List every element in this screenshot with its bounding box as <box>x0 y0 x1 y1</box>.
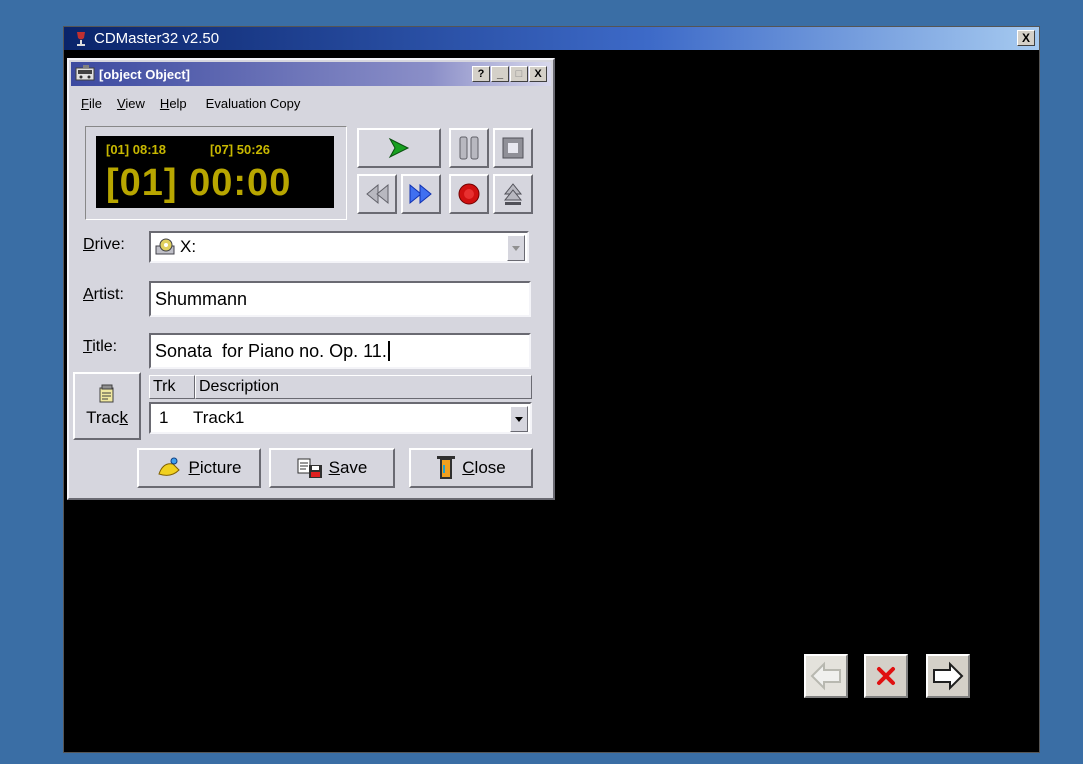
eject-button[interactable] <box>493 174 533 214</box>
display-panel: [01] 08:18 [07] 50:26 [01] 00:00 <box>85 126 347 220</box>
cd-drive-icon <box>155 238 175 255</box>
track-button[interactable]: Track <box>73 372 141 440</box>
artist-label: Artist: <box>83 286 124 303</box>
close-label: Close <box>462 458 506 477</box>
pause-button[interactable] <box>449 128 489 168</box>
save-icon <box>297 458 322 478</box>
track-dropdown-arrow[interactable] <box>510 406 528 432</box>
track-select[interactable]: 1 Track1 <box>149 402 532 434</box>
main-window-title: CDMaster32 v2.50 <box>94 30 220 47</box>
app-icon <box>77 31 85 46</box>
save-button[interactable]: Save <box>269 448 395 488</box>
artist-input[interactable]: Shummann <box>149 281 531 317</box>
play-button[interactable] <box>357 128 441 168</box>
track-time-readout: [01] 08:18 <box>106 142 166 157</box>
menu-evaluation-copy[interactable]: Evaluation Copy <box>206 96 301 111</box>
play-icon <box>388 137 410 159</box>
total-time-readout: [07] 50:26 <box>210 142 270 157</box>
drive-dropdown-arrow[interactable] <box>507 235 525 261</box>
dialog-titlebar[interactable]: [object Object] ? _ □ X <box>71 62 551 86</box>
maximize-button[interactable]: □ <box>510 66 528 82</box>
menu-bar: File View Help Evaluation Copy <box>81 96 300 111</box>
main-window-titlebar[interactable]: CDMaster32 v2.50 <box>64 27 1039 50</box>
text-cursor <box>387 341 390 361</box>
nav-back-button[interactable] <box>804 654 848 698</box>
menu-view[interactable]: View <box>117 96 145 111</box>
help-button[interactable]: ? <box>472 66 490 82</box>
nav-back-icon <box>810 661 841 691</box>
drive-select[interactable]: X: <box>149 231 529 263</box>
cancel-button[interactable] <box>864 654 908 698</box>
artist-value: Shummann <box>155 288 248 309</box>
title-input[interactable]: Sonata for Piano no. Op. 11. <box>149 333 531 369</box>
fast-forward-icon <box>409 183 432 205</box>
title-value: Sonata for Piano no. Op. 11. <box>155 340 387 361</box>
record-icon <box>458 183 480 205</box>
chevron-down-icon <box>512 245 520 251</box>
cd-master-icon <box>75 65 95 81</box>
rewind-button[interactable] <box>357 174 397 214</box>
picture-label: Picture <box>188 458 242 477</box>
menu-help[interactable]: Help <box>160 96 187 111</box>
track-button-label: Track <box>86 408 128 427</box>
close-door-icon <box>437 456 456 479</box>
main-close-button[interactable]: X <box>1017 30 1035 46</box>
nav-forward-icon <box>933 661 964 691</box>
current-time-readout: [01] 00:00 <box>106 162 292 204</box>
eject-icon <box>503 183 523 205</box>
picture-icon <box>157 457 180 476</box>
picture-button[interactable]: Picture <box>137 448 261 488</box>
track-number: 1 <box>159 408 169 427</box>
dialog-title-buttons: ? _ □ X <box>471 66 547 82</box>
nav-forward-button[interactable] <box>926 654 970 698</box>
drive-label: Drive: <box>83 236 125 253</box>
minimize-button[interactable]: _ <box>491 66 509 82</box>
record-button[interactable] <box>449 174 489 214</box>
dialog-close-button[interactable]: X <box>529 66 547 82</box>
rewind-icon <box>366 183 389 205</box>
notes-icon <box>99 384 114 403</box>
menu-file[interactable]: File <box>81 96 102 111</box>
fast-forward-button[interactable] <box>401 174 441 214</box>
column-header-description[interactable]: Description <box>195 375 532 399</box>
dialog-title: [object Object] <box>99 66 191 82</box>
save-label: Save <box>328 458 368 477</box>
stop-button[interactable] <box>493 128 533 168</box>
close-button[interactable]: Close <box>409 448 533 488</box>
drive-value: X: <box>180 237 197 256</box>
cd-master-dialog: [object Object] ? _ □ X File View Help E… <box>67 58 555 500</box>
column-header-trk[interactable]: Trk <box>149 375 195 399</box>
track-description: Track1 <box>193 408 245 427</box>
stop-icon <box>502 137 524 159</box>
cancel-icon <box>877 667 895 685</box>
lcd-display: [01] 08:18 [07] 50:26 [01] 00:00 <box>96 136 334 208</box>
pause-icon <box>459 136 479 160</box>
chevron-down-icon <box>515 416 523 422</box>
title-label: Title: <box>83 338 118 355</box>
